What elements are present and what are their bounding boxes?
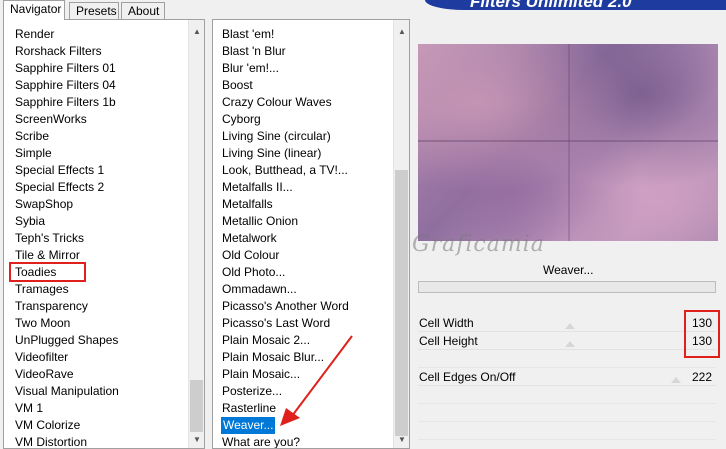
list-item[interactable]: Old Photo...: [222, 264, 285, 281]
param-value: 222: [691, 370, 712, 384]
list-item[interactable]: Cyborg: [222, 111, 261, 128]
list-item[interactable]: Blast 'em!: [222, 26, 274, 43]
list-item[interactable]: Old Colour: [222, 247, 279, 264]
list-item[interactable]: Sapphire Filters 1b: [15, 94, 116, 111]
list-item[interactable]: Visual Manipulation: [15, 383, 119, 400]
highlight-box-category: [9, 262, 86, 282]
list-item[interactable]: Special Effects 1: [15, 162, 104, 179]
filter-scrollbar[interactable]: ▲ ▼: [393, 20, 409, 448]
list-item[interactable]: Blast 'n Blur: [222, 43, 286, 60]
tab-about[interactable]: About: [121, 2, 165, 19]
slider-marker[interactable]: [671, 377, 681, 383]
scroll-up-icon[interactable]: ▲: [189, 24, 204, 40]
list-item[interactable]: Transparency: [15, 298, 88, 315]
param-empty: [418, 351, 716, 368]
list-item[interactable]: Rasterline: [222, 400, 276, 417]
list-item[interactable]: VM 1: [15, 400, 43, 417]
list-item[interactable]: Special Effects 2: [15, 179, 104, 196]
list-item[interactable]: Metalfalls: [222, 196, 273, 213]
list-item[interactable]: Rorshack Filters: [15, 43, 102, 60]
param-empty: [418, 405, 716, 422]
tab-presets[interactable]: Presets: [69, 2, 119, 19]
scroll-down-icon[interactable]: ▼: [394, 432, 409, 448]
list-item[interactable]: Look, Butthead, a TV!...: [222, 162, 348, 179]
scroll-up-icon[interactable]: ▲: [394, 24, 409, 40]
list-item[interactable]: VM Distortion: [15, 434, 87, 448]
category-list[interactable]: Render Rorshack Filters Sapphire Filters 0…: [3, 19, 205, 449]
list-item[interactable]: What are you?: [222, 434, 300, 448]
list-item[interactable]: Videofilter: [15, 349, 68, 366]
slider-marker[interactable]: [565, 341, 575, 347]
tab-bar: Navigator Presets About: [0, 0, 420, 20]
scrollbar-thumb[interactable]: [190, 380, 203, 432]
list-item[interactable]: Living Sine (circular): [222, 128, 331, 145]
list-item[interactable]: Sapphire Filters 04: [15, 77, 116, 94]
list-item[interactable]: Render: [15, 26, 54, 43]
param-label: Cell Edges On/Off: [419, 370, 516, 384]
highlight-box-values: [684, 310, 720, 358]
list-item[interactable]: Sapphire Filters 01: [15, 60, 116, 77]
param-empty: [418, 423, 716, 440]
list-item[interactable]: Two Moon: [15, 315, 70, 332]
list-item[interactable]: Blur 'em!...: [222, 60, 279, 77]
preview-image: [418, 44, 718, 241]
preview-filter-name: Weaver...: [543, 263, 594, 277]
param-label: Cell Width: [419, 316, 474, 330]
param-cell-width[interactable]: Cell Width 130: [418, 315, 716, 332]
list-item[interactable]: Metalfalls II...: [222, 179, 293, 196]
list-item[interactable]: Weaver...: [221, 417, 276, 434]
list-item[interactable]: Picasso's Another Word: [222, 298, 349, 315]
list-item[interactable]: Crazy Colour Waves: [222, 94, 332, 111]
progress-bar: [418, 281, 716, 293]
param-cell-edges[interactable]: Cell Edges On/Off 222: [418, 369, 716, 386]
list-item[interactable]: Boost: [222, 77, 253, 94]
list-item[interactable]: ScreenWorks: [15, 111, 87, 128]
list-item[interactable]: Teph's Tricks: [15, 230, 84, 247]
list-item[interactable]: Metalwork: [222, 230, 277, 247]
tab-navigator[interactable]: Navigator: [3, 0, 65, 20]
param-empty: [418, 387, 716, 404]
scroll-down-icon[interactable]: ▼: [189, 432, 204, 448]
list-item[interactable]: Tramages: [15, 281, 69, 298]
list-item[interactable]: VM Colorize: [15, 417, 80, 434]
banner-title: Filters Unlimited 2.0: [470, 0, 632, 11]
category-scrollbar[interactable]: ▲ ▼: [188, 20, 204, 448]
list-item[interactable]: Sybia: [15, 213, 45, 230]
annotation-arrow-icon: [280, 335, 353, 426]
slider-marker[interactable]: [565, 323, 575, 329]
list-item[interactable]: SwapShop: [15, 196, 73, 213]
list-item[interactable]: Ommadawn...: [222, 281, 297, 298]
list-item[interactable]: UnPlugged Shapes: [15, 332, 118, 349]
list-item[interactable]: VideoRave: [15, 366, 74, 383]
list-item[interactable]: Living Sine (linear): [222, 145, 321, 162]
param-cell-height[interactable]: Cell Height 130: [418, 333, 716, 350]
param-label: Cell Height: [419, 334, 478, 348]
list-item[interactable]: Simple: [15, 145, 52, 162]
list-item[interactable]: Metallic Onion: [222, 213, 298, 230]
watermark-text: Graficamia: [412, 232, 545, 257]
scrollbar-thumb[interactable]: [395, 170, 408, 436]
list-item[interactable]: Scribe: [15, 128, 49, 145]
